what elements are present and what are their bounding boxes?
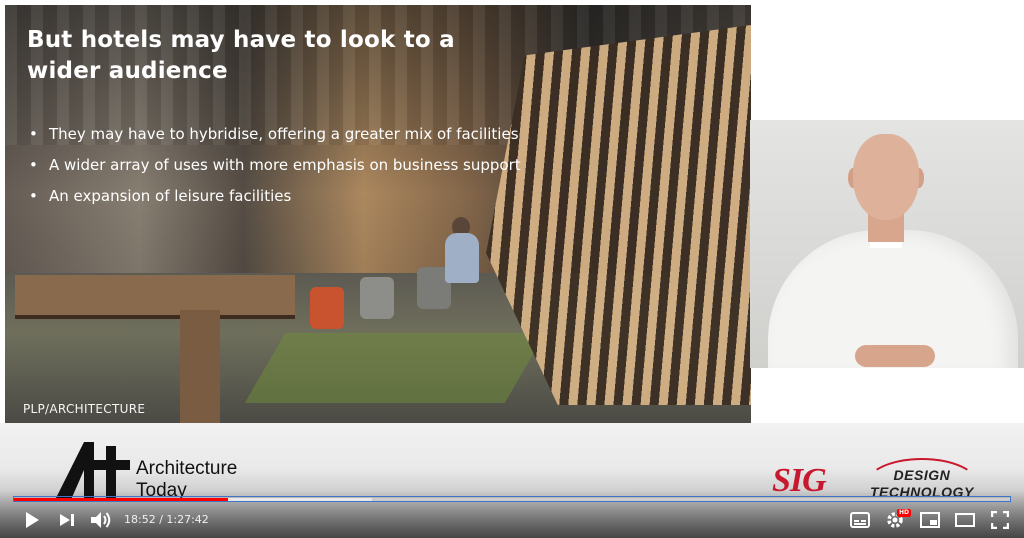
- presenter-head: [853, 134, 919, 220]
- next-button[interactable]: [56, 508, 78, 532]
- seated-person: [445, 233, 479, 283]
- video-player[interactable]: But hotels may have to look to a wider a…: [0, 0, 1024, 538]
- table-leg: [180, 310, 220, 423]
- next-icon: [60, 514, 74, 526]
- play-button[interactable]: [20, 508, 44, 532]
- bullet-item: They may have to hybridise, offering a g…: [27, 119, 521, 150]
- volume-button[interactable]: [89, 508, 113, 532]
- photo-credit: PLP/ARCHITECTURE: [23, 402, 146, 416]
- bullet-item: A wider array of uses with more emphasis…: [27, 150, 521, 181]
- subtitles-icon: [850, 512, 870, 528]
- subtitles-button[interactable]: [848, 508, 872, 532]
- volume-icon: [91, 512, 111, 528]
- bullet-item: An expansion of leisure facilities: [27, 181, 521, 212]
- orange-chair: [310, 287, 344, 329]
- wordmark-line: DESIGN: [893, 467, 951, 483]
- presenter-webcam: [750, 120, 1024, 368]
- time-display: 18:52 / 1:27:42: [124, 513, 209, 526]
- fullscreen-button[interactable]: [988, 508, 1012, 532]
- slide-title: But hotels may have to look to a wider a…: [27, 27, 455, 84]
- slide-bullet-list: They may have to hybridise, offering a g…: [27, 119, 521, 212]
- presenter-hands: [855, 345, 935, 367]
- wordmark-line: Architecture: [136, 458, 238, 479]
- fullscreen-icon: [991, 511, 1009, 529]
- hd-badge: HD: [897, 509, 912, 517]
- theater-mode-icon: [955, 513, 975, 527]
- grey-chair: [360, 277, 394, 319]
- miniplayer-button[interactable]: [918, 508, 942, 532]
- floor-carpet: [244, 333, 546, 403]
- miniplayer-icon: [920, 512, 940, 528]
- communal-table: [15, 275, 295, 315]
- theater-mode-button[interactable]: [953, 508, 977, 532]
- play-icon: [26, 512, 39, 528]
- progress-focus-outline: [13, 496, 1011, 502]
- slide-frame: But hotels may have to look to a wider a…: [5, 5, 751, 423]
